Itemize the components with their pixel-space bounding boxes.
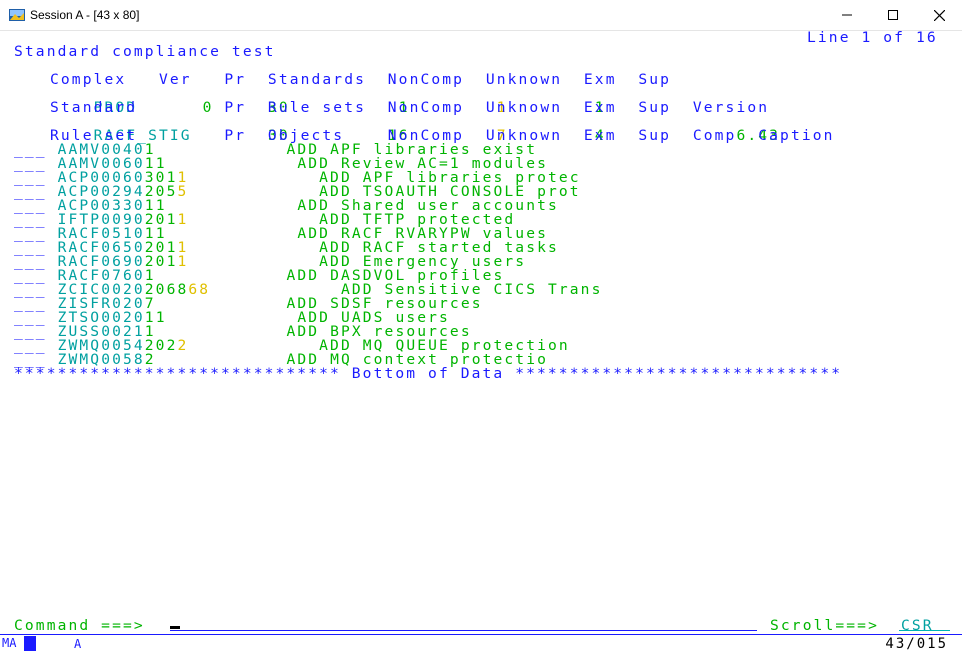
screen-title: Standard compliance test	[14, 43, 276, 60]
window-title: Session A - [43 x 80]	[30, 8, 140, 22]
cursor	[170, 626, 180, 629]
minimize-icon	[842, 14, 852, 16]
line-info: Line 1 of 16	[807, 31, 938, 46]
maximize-button[interactable]	[870, 0, 916, 30]
complex-header: Complex Ver Pr Standards NonComp Unknown…	[50, 71, 672, 88]
status-left: MA	[2, 636, 17, 650]
terminal-screen[interactable]: Standard compliance test Line 1 of 16 Co…	[0, 31, 962, 634]
status-session: A	[74, 637, 82, 651]
app-icon	[9, 9, 25, 21]
window-titlebar: Session A - [43 x 80]	[0, 0, 962, 31]
command-label: Command ===>	[14, 617, 145, 634]
close-icon	[933, 9, 945, 21]
minimize-button[interactable]	[824, 0, 870, 30]
maximize-icon	[888, 10, 898, 20]
scroll-underline	[899, 630, 950, 631]
standard-header: Standard Pr Rule sets NonComp Unknown Ex…	[50, 99, 770, 116]
close-button[interactable]	[916, 0, 962, 30]
status-bar: MA A 43/015	[0, 634, 962, 653]
bottom-of-data: ****************************** Bottom of…	[14, 365, 843, 382]
status-indicator	[24, 636, 36, 651]
cursor-position: 43/015	[885, 636, 948, 652]
command-input[interactable]	[170, 630, 757, 631]
scroll-label: Scroll===>	[770, 617, 879, 634]
